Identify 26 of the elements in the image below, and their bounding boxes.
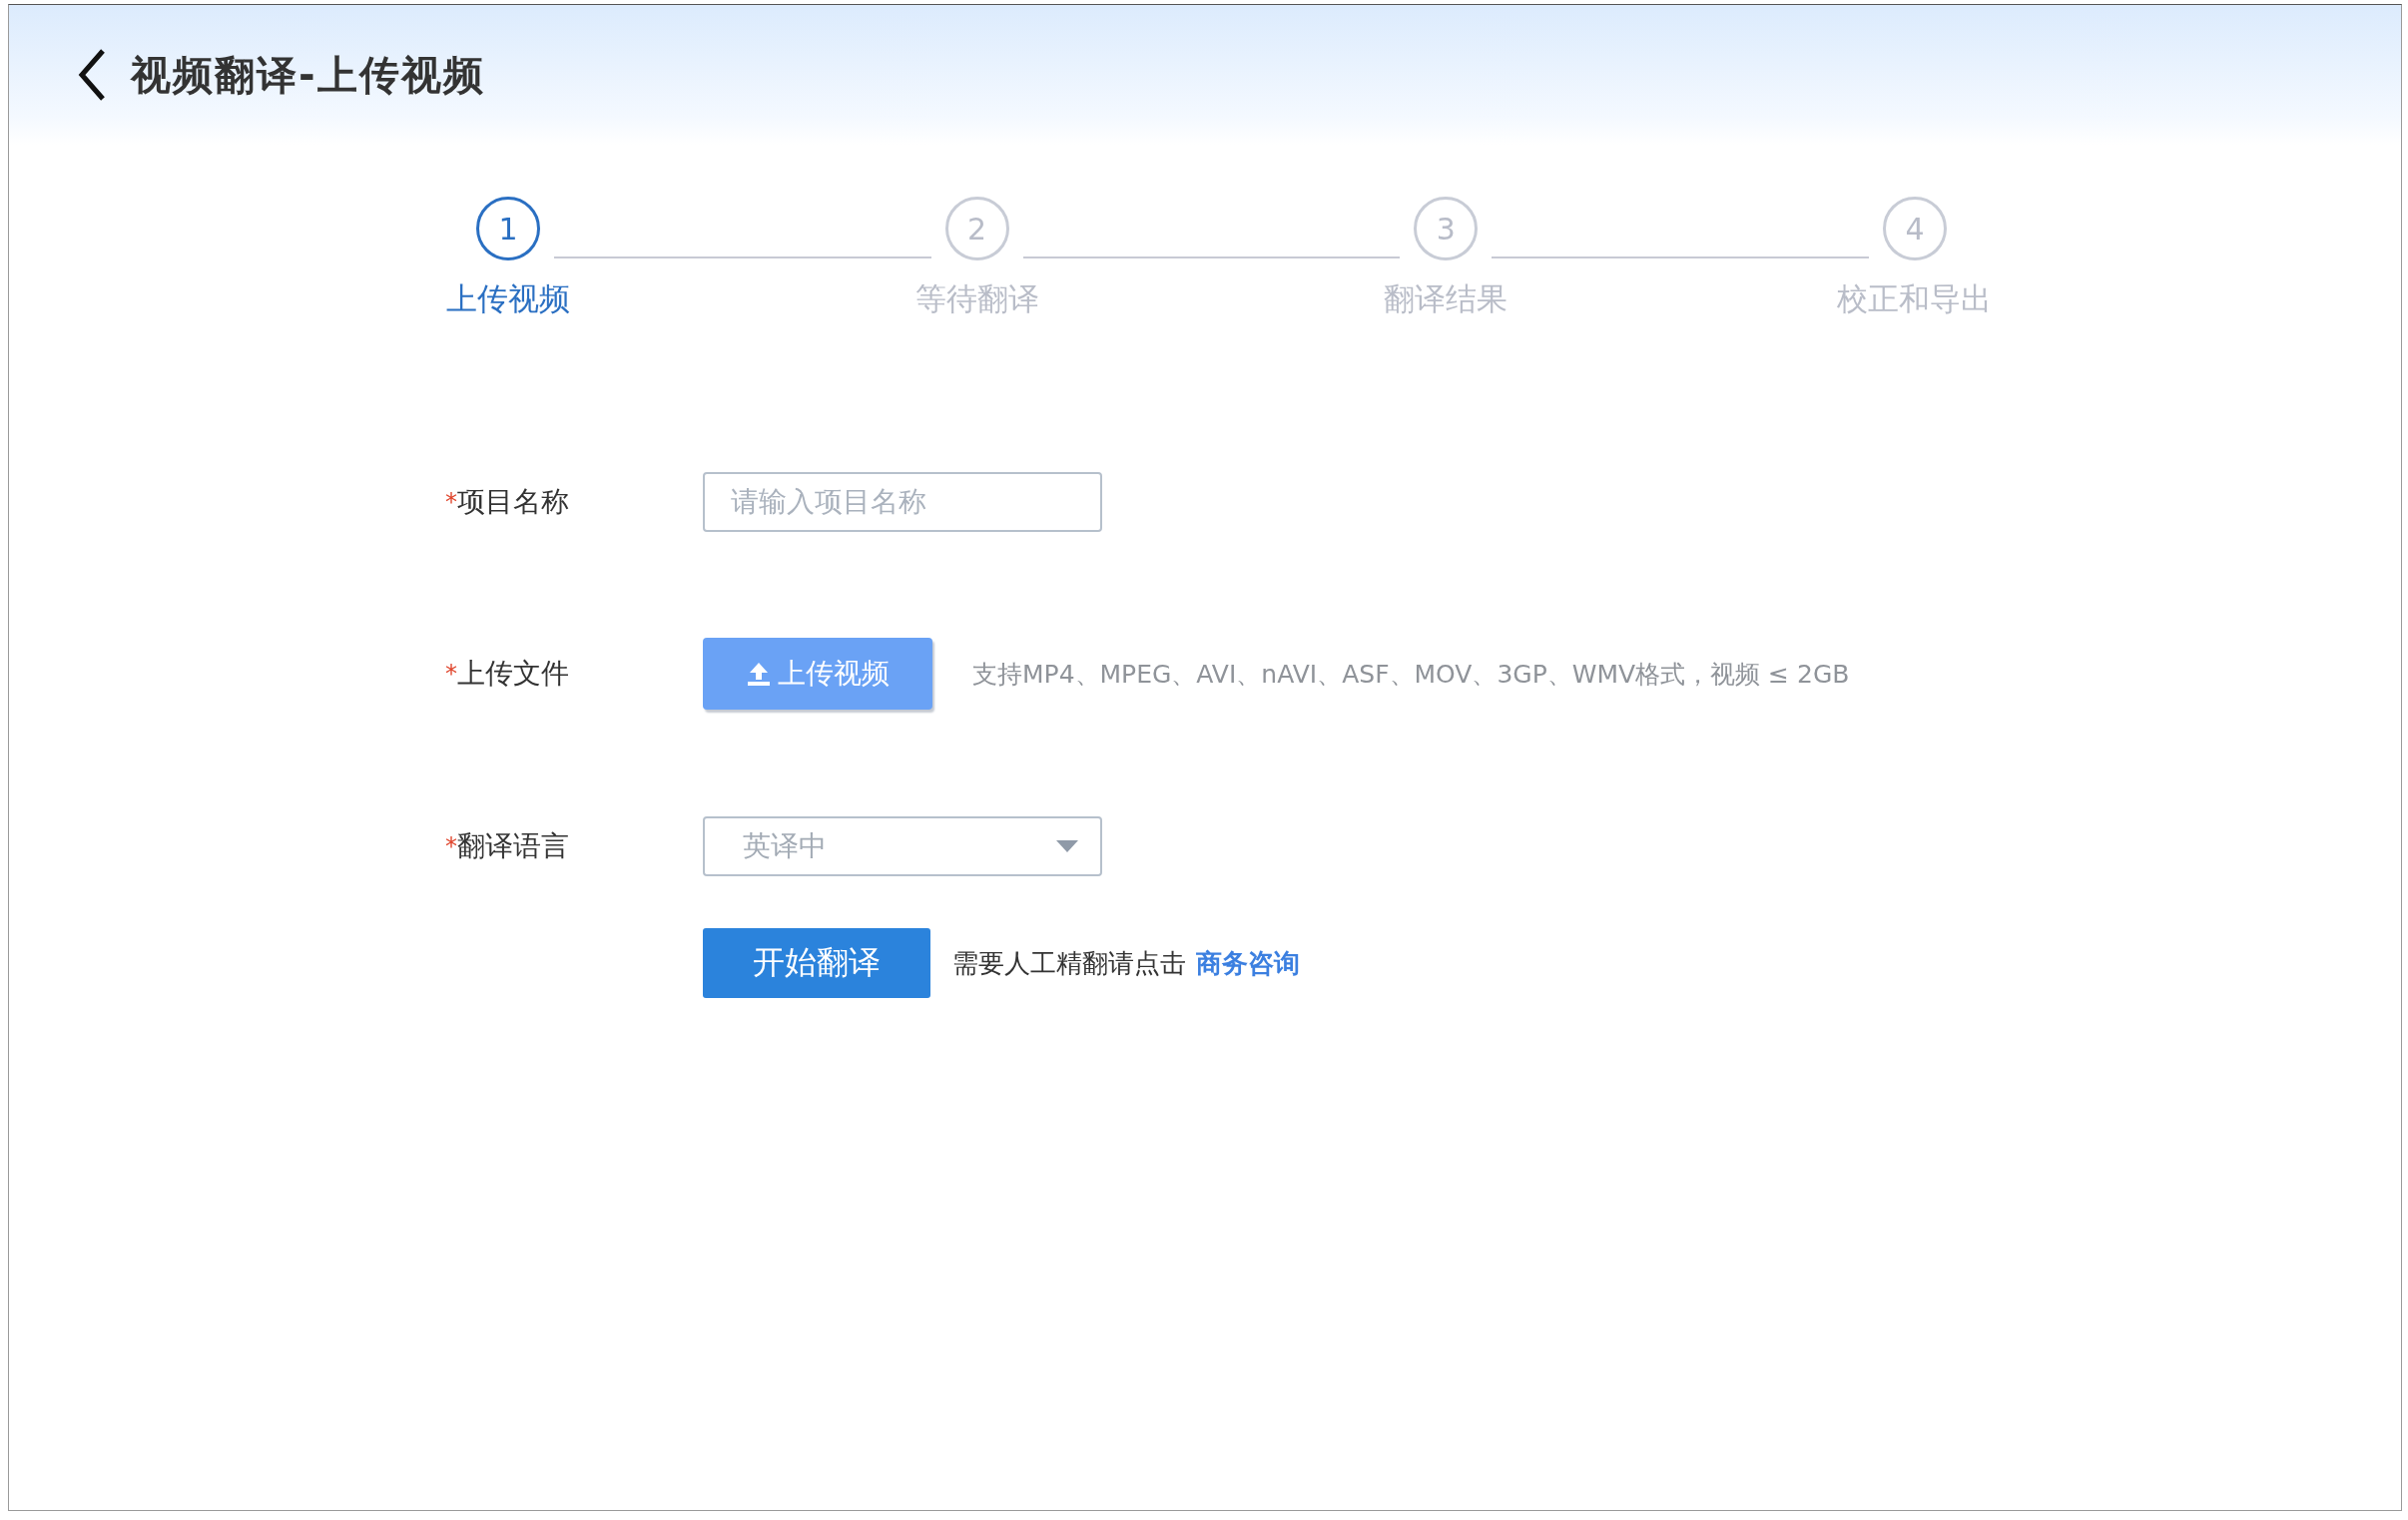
business-consult-link[interactable]: 商务咨询: [1196, 945, 1300, 981]
step-label: 等待翻译: [914, 279, 1039, 318]
required-mark: *: [445, 660, 457, 688]
back-button[interactable]: [77, 48, 107, 102]
required-mark: *: [445, 831, 457, 860]
start-translation-button[interactable]: 开始翻译: [703, 928, 930, 998]
step-number: 2: [944, 197, 1009, 260]
consult-note: 需要人工精翻请点击: [952, 946, 1186, 980]
upload-icon: [746, 661, 772, 687]
step-number: 4: [1883, 197, 1947, 260]
step-label: 上传视频: [446, 279, 570, 318]
page-title: 视频翻译-上传视频: [131, 50, 485, 100]
step-number: 1: [476, 197, 540, 260]
step-label: 翻译结果: [1384, 279, 1508, 318]
upload-video-button[interactable]: 上传视频: [703, 638, 932, 710]
format-hint: 支持MP4、MPEG、AVI、nAVI、ASF、MOV、3GP、WMV格式，视频 ≤ 2GB: [972, 658, 1850, 691]
step-number: 3: [1414, 197, 1479, 260]
required-mark: *: [445, 487, 457, 516]
field-label: 项目名称: [457, 483, 569, 520]
project-name-field[interactable]: 请输入项目名称: [703, 471, 1102, 532]
step-label: 校正和导出: [1837, 279, 1993, 318]
language-select[interactable]: 英译中: [703, 815, 1102, 876]
caret-icon: [1056, 839, 1078, 852]
back-icon: [77, 48, 107, 102]
field-label: 翻译语言: [457, 827, 569, 864]
field-label: 上传文件: [457, 656, 569, 692]
